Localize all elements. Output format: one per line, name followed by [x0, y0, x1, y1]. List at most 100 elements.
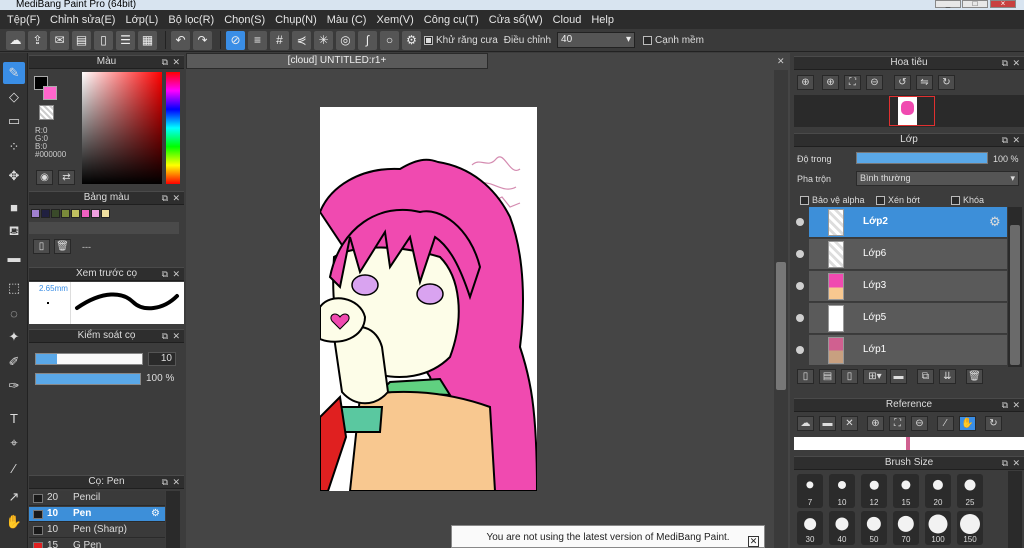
eye-icon[interactable]	[796, 314, 804, 322]
upload-icon[interactable]: ⇪	[28, 30, 47, 50]
menu-select[interactable]: Chọn(S)	[219, 14, 270, 26]
layer-row-lop3[interactable]: Lớp3	[796, 271, 1007, 302]
curve-snap-icon[interactable]: ∫	[358, 30, 377, 50]
adjust-select[interactable]: 40	[557, 32, 636, 48]
menu-window[interactable]: Cửa sổ(W)	[484, 14, 548, 26]
lock-toggle[interactable]: Khóa	[951, 195, 984, 205]
brush-size-option[interactable]: 30	[797, 511, 823, 545]
layer-row-lop2[interactable]: Lớp2 ⚙	[796, 207, 1007, 238]
layer-row-lop5[interactable]: Lớp5	[796, 303, 1007, 334]
navigator-preview[interactable]	[794, 95, 1024, 127]
protect-alpha-checkbox[interactable]	[800, 195, 809, 205]
text-tool-icon[interactable]: T	[3, 407, 25, 429]
close-panel-icon[interactable]: ✕	[1012, 457, 1020, 469]
menu-layer[interactable]: Lớp(L)	[120, 14, 163, 26]
brush-item-pen-sharp[interactable]: 10 Pen (Sharp)	[29, 523, 165, 538]
brush-item-pen[interactable]: 10 Pen ⚙	[29, 507, 165, 522]
select-pen-icon[interactable]: ✐	[3, 351, 25, 373]
brush-opacity-slider[interactable]	[35, 373, 141, 385]
undock-icon[interactable]: ⧉	[162, 268, 168, 280]
duplicate-layer-icon[interactable]: ⧉	[917, 369, 934, 384]
fit-icon[interactable]: ⛶	[844, 75, 861, 90]
cloud-icon[interactable]: ☁	[6, 30, 25, 50]
zoom-out-icon[interactable]: ⊖	[866, 75, 883, 90]
chat-icon[interactable]: ✉	[50, 30, 69, 50]
artwork-canvas[interactable]	[320, 107, 537, 491]
eye-icon[interactable]	[796, 282, 804, 290]
close-panel-icon[interactable]: ✕	[172, 56, 180, 68]
lock-checkbox[interactable]	[951, 195, 960, 205]
crisscross-snap-icon[interactable]: #	[270, 30, 289, 50]
close-panel-icon[interactable]: ✕	[1012, 399, 1020, 411]
eye-icon[interactable]	[796, 346, 804, 354]
undock-icon[interactable]: ⧉	[1002, 399, 1008, 411]
brush-size-option[interactable]: 50	[861, 511, 887, 545]
bucket-tool-icon[interactable]: ⛾	[3, 221, 25, 243]
snap-off-icon[interactable]: ⊘	[226, 30, 245, 50]
page-icon[interactable]: ▯	[94, 30, 113, 50]
palette-swatch[interactable]	[91, 209, 100, 218]
operation-tool-icon[interactable]: ↗	[3, 486, 25, 508]
brush-size-option[interactable]: 40	[829, 511, 855, 545]
layers-scroll-thumb[interactable]	[1010, 225, 1020, 365]
brush-list-scrollbar[interactable]	[166, 491, 180, 548]
layers-icon[interactable]: ☰	[116, 30, 135, 50]
eyedropper-tool-icon[interactable]: ⁄	[3, 457, 25, 479]
redo-icon[interactable]: ↷	[193, 30, 212, 50]
menu-color[interactable]: Màu (C)	[322, 14, 372, 26]
clipping-toggle[interactable]: Xén bớt	[876, 195, 920, 205]
close-panel-icon[interactable]: ✕	[172, 476, 180, 488]
radial-snap-icon[interactable]: ✳	[314, 30, 333, 50]
saturation-value-picker[interactable]	[82, 72, 162, 184]
reference-image[interactable]	[794, 437, 1024, 450]
brush-item-pencil[interactable]: 20 Pencil	[29, 491, 165, 506]
new-8bit-layer-icon[interactable]: ▯	[841, 369, 858, 384]
clipping-checkbox[interactable]	[876, 195, 885, 205]
palette-swatch[interactable]	[41, 209, 50, 218]
antialias-checkbox[interactable]	[424, 35, 433, 45]
brush-size-value[interactable]: 10	[148, 352, 176, 366]
brush-size-option[interactable]: 15	[893, 474, 919, 508]
eyedropper-color-icon[interactable]: ◉	[36, 170, 53, 185]
close-panel-icon[interactable]: ✕	[172, 192, 180, 204]
gradient-tool-icon[interactable]: ▬	[3, 246, 25, 268]
palette-swatch[interactable]	[81, 209, 90, 218]
eye-icon[interactable]	[796, 218, 804, 226]
vanishing-point-icon[interactable]: ⋞	[292, 30, 311, 50]
palette-swatch[interactable]	[71, 209, 80, 218]
new-halftone-layer-icon[interactable]: ▤	[819, 369, 836, 384]
dot-tool-icon[interactable]: ⁘	[3, 136, 25, 158]
brush-tool-icon[interactable]: ✎	[3, 62, 25, 84]
antialias-toggle[interactable]: Khử răng cưa	[424, 35, 498, 46]
ref-rotate-icon[interactable]: ↻	[985, 416, 1002, 431]
menu-help[interactable]: Help	[586, 14, 619, 26]
select-eraser-icon[interactable]: ✑	[3, 375, 25, 397]
scroll-thumb[interactable]	[776, 262, 786, 390]
brush-size-option[interactable]: 70	[893, 511, 919, 545]
palette-swatch[interactable]	[101, 209, 110, 218]
document-tab[interactable]: [cloud] UNTITLED:r1+	[186, 53, 488, 69]
layers-scrollbar[interactable]	[1008, 207, 1022, 367]
brush-size-option[interactable]: 7	[797, 474, 823, 508]
swap-color-icon[interactable]: ⇄	[58, 170, 75, 185]
folder-icon[interactable]: ▬	[890, 369, 907, 384]
close-panel-icon[interactable]: ✕	[1012, 134, 1020, 146]
undock-icon[interactable]: ⧉	[1002, 57, 1008, 69]
ref-fit-icon[interactable]: ⛶	[889, 416, 906, 431]
undock-icon[interactable]: ⧉	[162, 56, 168, 68]
menu-filter[interactable]: Bộ lọc(R)	[163, 14, 219, 26]
brush-size-scrollbar[interactable]	[1008, 471, 1022, 548]
layer-row-lop1[interactable]: Lớp1	[796, 335, 1007, 366]
rectangle-tool-icon[interactable]: ▭	[3, 110, 25, 132]
close-panel-icon[interactable]: ✕	[1012, 57, 1020, 69]
undock-icon[interactable]: ⧉	[162, 330, 168, 342]
palette-swatch[interactable]	[31, 209, 40, 218]
close-window-button[interactable]: ×	[990, 0, 1016, 8]
zoom-in-icon[interactable]: ⊕	[797, 75, 814, 90]
menu-file[interactable]: Tệp(F)	[2, 14, 45, 26]
minimize-button[interactable]: _	[935, 0, 961, 8]
merge-layer-icon[interactable]: ⇊	[939, 369, 956, 384]
delete-layer-icon[interactable]: 🗑	[966, 369, 983, 384]
parallel-snap-icon[interactable]: ≡	[248, 30, 267, 50]
cloud-download-icon[interactable]: ☁	[797, 416, 814, 431]
